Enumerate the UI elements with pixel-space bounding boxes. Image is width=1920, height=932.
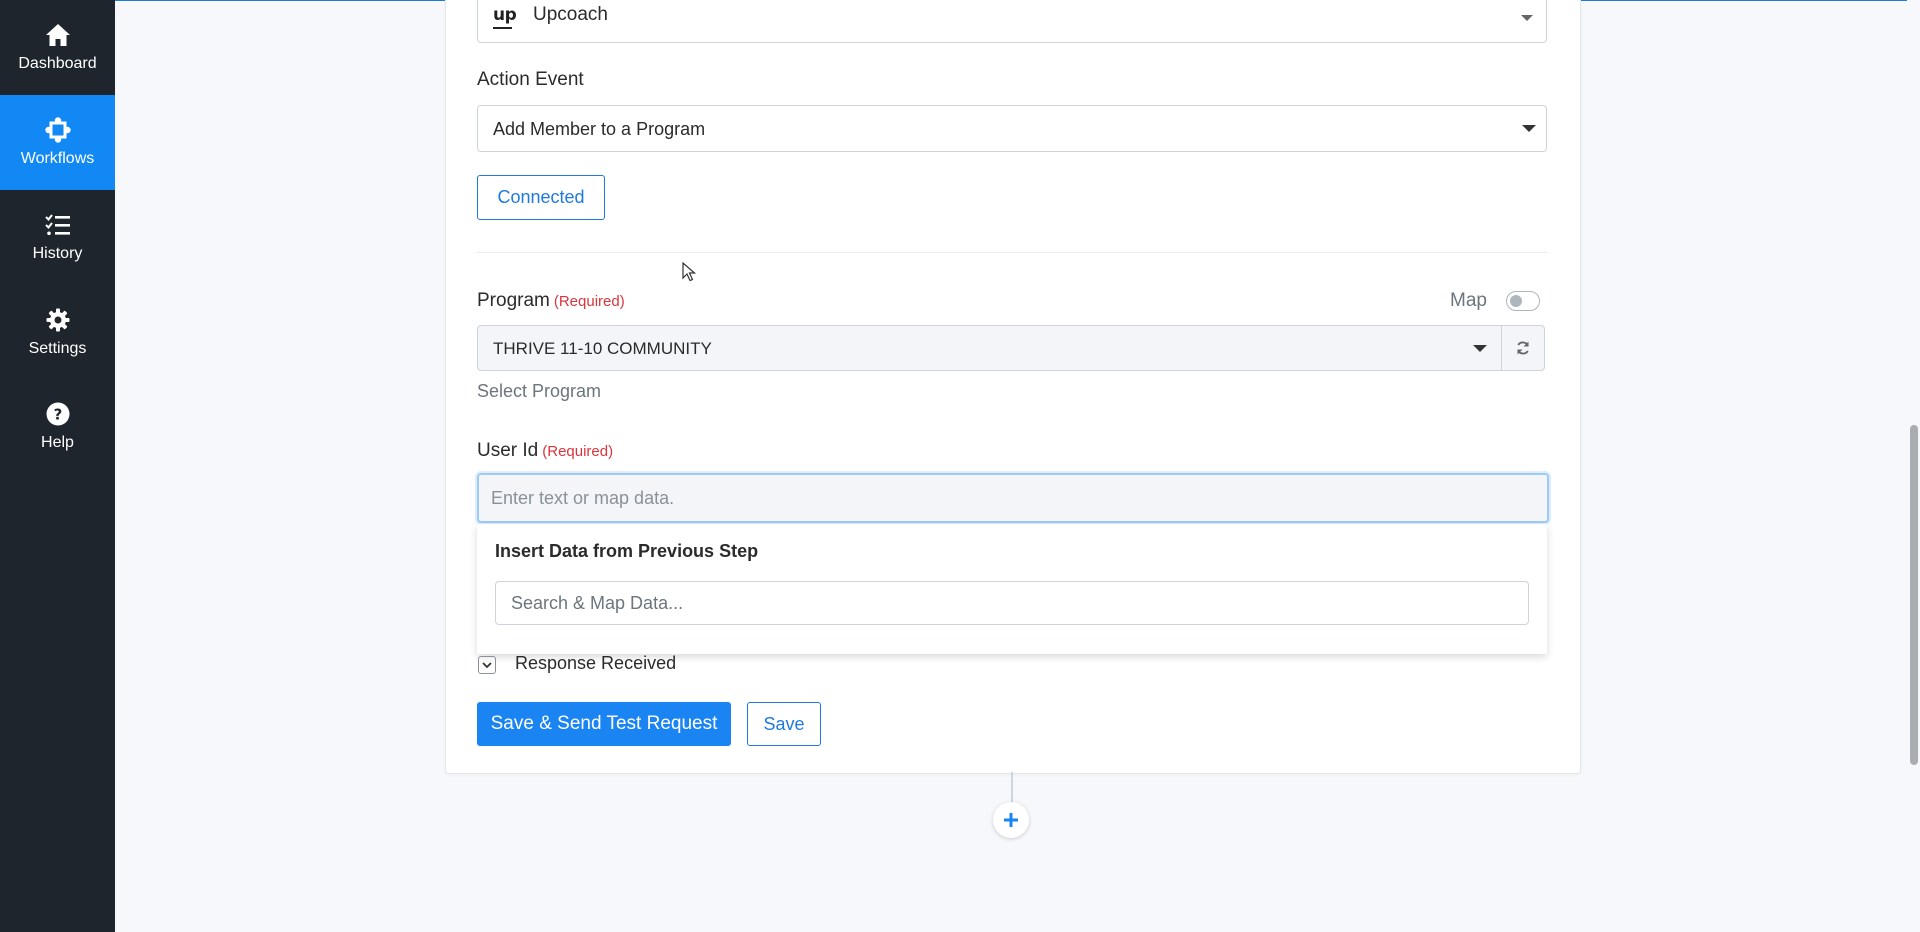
sidebar-item-label: Settings: [28, 340, 87, 357]
program-select[interactable]: THRIVE 11-10 COMMUNITY: [477, 325, 1502, 371]
action-event-value: Add Member to a Program: [493, 119, 706, 139]
upcoach-logo-underline: [493, 27, 512, 29]
history-icon: [44, 212, 71, 238]
upcoach-logo-icon: up: [493, 5, 517, 25]
refresh-icon: [1517, 341, 1529, 355]
map-toggle-label: Map: [1450, 290, 1487, 311]
program-select-value: THRIVE 11-10 COMMUNITY: [493, 339, 712, 358]
required-badge: (Required): [542, 443, 614, 460]
mouse-cursor-icon: [682, 262, 696, 282]
refresh-button[interactable]: [1501, 325, 1545, 371]
save-and-send-test-button[interactable]: Save & Send Test Request: [477, 702, 731, 746]
user-id-placeholder: Enter text or map data.: [491, 487, 675, 508]
insert-data-title: Insert Data from Previous Step: [495, 541, 759, 561]
chevron-down-icon: [482, 661, 492, 668]
action-event-label: Action Event: [477, 69, 584, 90]
sidebar-item-label: Help: [41, 434, 74, 451]
program-label: Program (Required): [477, 290, 625, 312]
map-data-search-input[interactable]: Search & Map Data...: [495, 581, 1529, 625]
user-id-label: User Id (Required): [477, 440, 613, 462]
app-select[interactable]: up Upcoach: [477, 0, 1547, 43]
sidebar-item-label: Workflows: [20, 150, 95, 167]
sidebar-item-dashboard[interactable]: Dashboard: [0, 0, 115, 95]
sidebar-item-help[interactable]: ? Help: [0, 379, 115, 474]
insert-data-dropdown: Insert Data from Previous Step Search & …: [477, 524, 1547, 654]
map-toggle[interactable]: [1506, 291, 1540, 311]
section-divider: [477, 252, 1547, 253]
map-data-search-placeholder: Search & Map Data...: [511, 592, 684, 613]
plus-icon: [1004, 813, 1018, 827]
response-received-label: Response Received: [515, 653, 677, 673]
program-helper-text: Select Program: [477, 381, 602, 401]
chevron-down-icon: [1521, 15, 1533, 21]
add-step-button[interactable]: [993, 802, 1029, 838]
scrollbar-thumb[interactable]: [1910, 425, 1918, 765]
workflows-icon: [44, 117, 71, 143]
chevron-down-icon: [1473, 345, 1487, 352]
user-id-label-text: User Id: [477, 440, 539, 461]
sidebar-item-settings[interactable]: Settings: [0, 285, 115, 380]
sidebar: Dashboard Workflows History Settings ? H…: [0, 0, 115, 932]
help-icon: ?: [45, 401, 71, 427]
sidebar-item-workflows[interactable]: Workflows: [0, 95, 115, 190]
toggle-knob: [1510, 295, 1522, 307]
required-badge: (Required): [553, 293, 625, 310]
sidebar-item-label: History: [32, 245, 83, 262]
chevron-down-icon: [1522, 125, 1536, 132]
connected-button[interactable]: Connected: [477, 175, 605, 220]
sidebar-item-label: Dashboard: [18, 55, 97, 72]
gear-icon: [45, 307, 71, 333]
save-button[interactable]: Save: [747, 702, 821, 746]
program-label-text: Program: [477, 290, 550, 311]
user-id-input[interactable]: Enter text or map data.: [477, 473, 1549, 523]
app-select-value: Upcoach: [533, 4, 608, 25]
action-event-select[interactable]: Add Member to a Program: [477, 105, 1547, 152]
svg-text:?: ?: [53, 406, 62, 424]
response-received-toggle[interactable]: [478, 656, 496, 674]
home-icon: [45, 22, 71, 48]
sidebar-item-history[interactable]: History: [0, 190, 115, 285]
